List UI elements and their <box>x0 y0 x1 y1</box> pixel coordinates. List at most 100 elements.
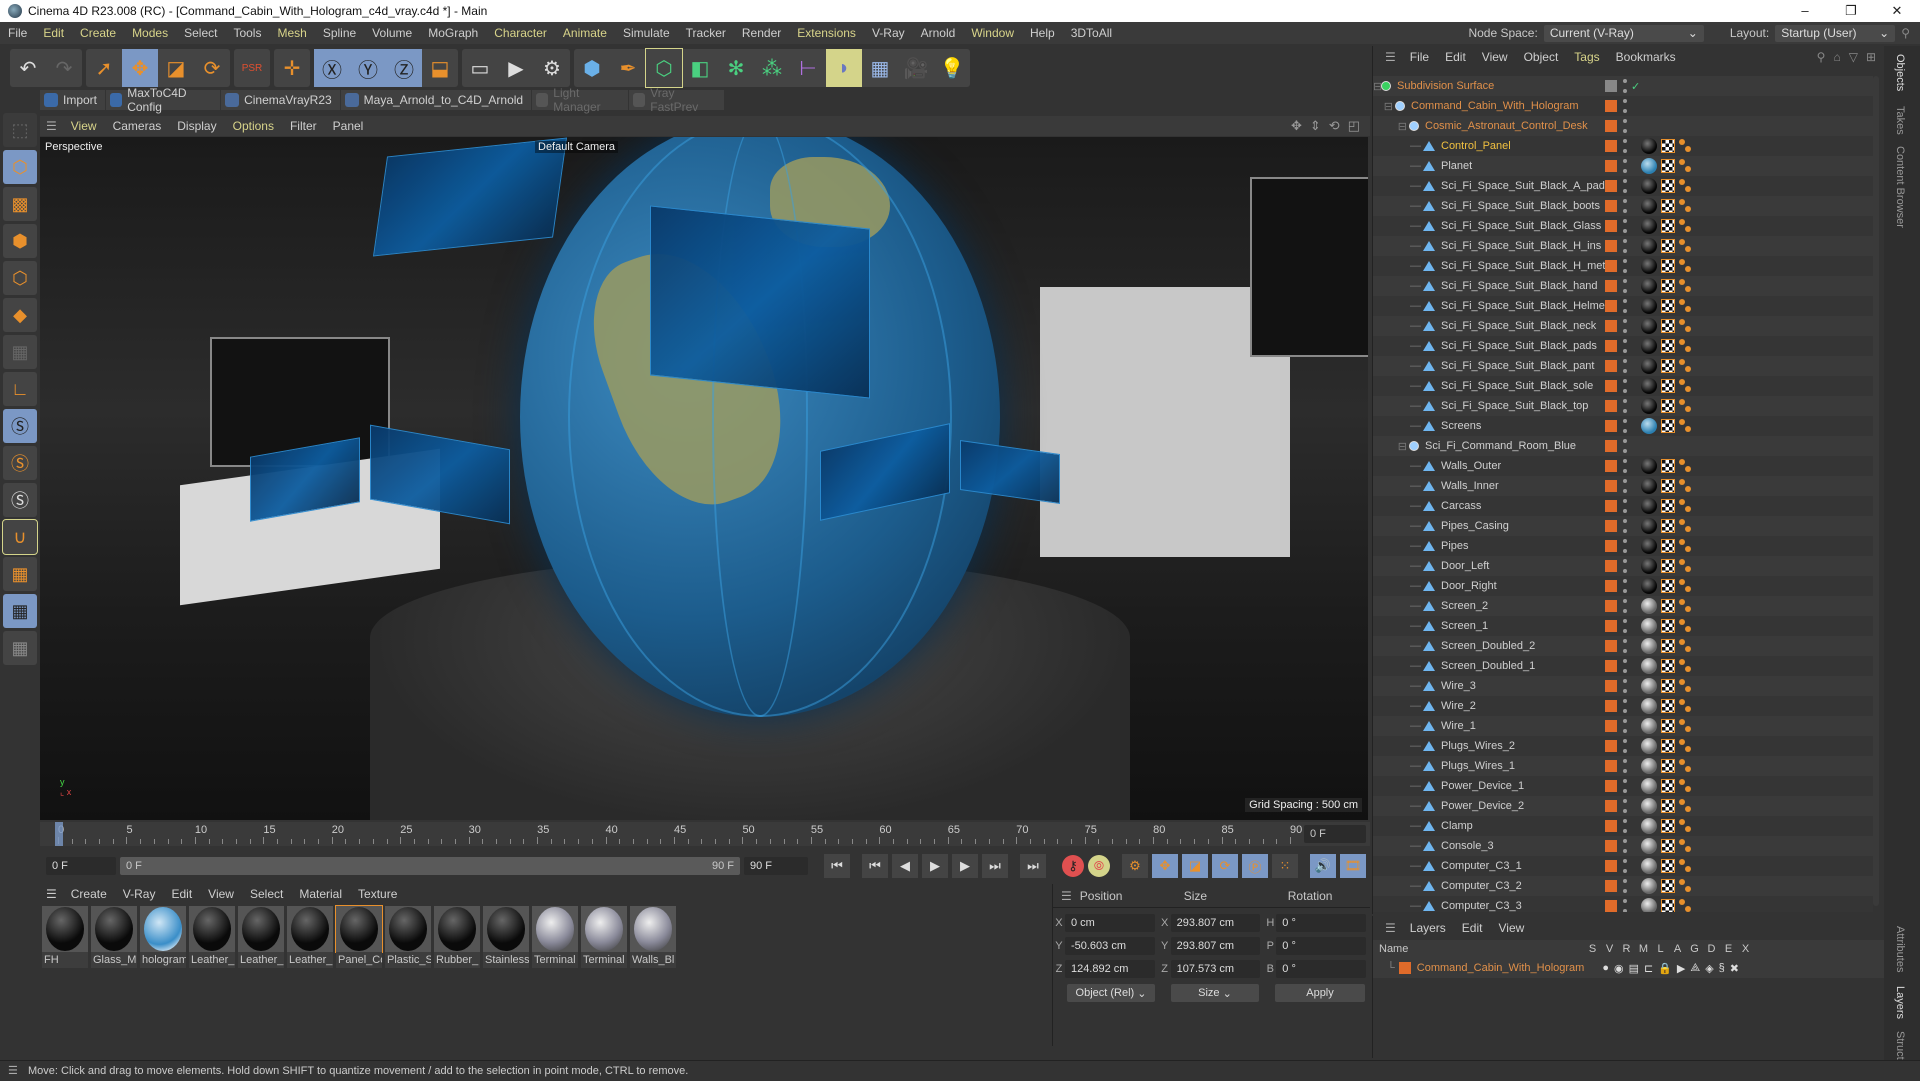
visibility-dots-icon[interactable] <box>1623 519 1627 533</box>
menu-volume[interactable]: Volume <box>364 26 420 40</box>
visibility-dots-icon[interactable] <box>1623 879 1627 893</box>
object-name[interactable]: Command_Cabin_With_Hologram <box>1411 100 1579 112</box>
uvw-tag-icon[interactable] <box>1661 159 1675 173</box>
object-name[interactable]: Pipes <box>1441 540 1469 552</box>
visibility-dots-icon[interactable] <box>1623 459 1627 473</box>
layer-flag-header[interactable]: D <box>1703 943 1720 955</box>
field-icon[interactable]: ◗ <box>826 49 862 87</box>
lock-icon[interactable]: 🔒 <box>1658 962 1672 975</box>
locked-workplane-icon[interactable]: ▦ <box>3 594 37 628</box>
phong-tag-icon[interactable] <box>1679 199 1693 213</box>
object-row[interactable]: — Wire_3 <box>1373 676 1873 696</box>
uvw-tag-icon[interactable] <box>1661 799 1675 813</box>
object-row[interactable]: — Control_Panel <box>1373 136 1873 156</box>
object-name[interactable]: Sci_Fi_Space_Suit_Black_H_ins <box>1441 240 1601 252</box>
object-row[interactable]: — Sci_Fi_Space_Suit_Black_sole <box>1373 376 1873 396</box>
rotation-b-field[interactable]: 0 ° <box>1276 960 1366 978</box>
layer-color-swatch[interactable] <box>1605 360 1617 372</box>
object-name[interactable]: Sci_Fi_Space_Suit_Black_Glass <box>1441 220 1601 232</box>
uvw-tag-icon[interactable] <box>1661 519 1675 533</box>
hamburger-icon[interactable]: ☰ <box>40 887 63 901</box>
layer-flag-header[interactable]: S <box>1584 943 1601 955</box>
uvw-tag-icon[interactable] <box>1661 419 1675 433</box>
layer-menu-layers[interactable]: Layers <box>1402 921 1454 935</box>
object-menu-file[interactable]: File <box>1402 50 1437 64</box>
phong-tag-icon[interactable] <box>1679 719 1693 733</box>
object-name[interactable]: Sci_Fi_Space_Suit_Black_A_pads <box>1441 180 1610 192</box>
dolly-view-icon[interactable]: ⇕ <box>1310 118 1321 134</box>
plugin-import[interactable]: Import <box>40 90 107 110</box>
camera-icon[interactable]: 🎥 <box>898 49 934 87</box>
home-icon[interactable]: ⌂ <box>1833 50 1840 64</box>
layer-color-swatch[interactable] <box>1605 320 1617 332</box>
material-menu-material[interactable]: Material <box>291 887 350 901</box>
menu-spline[interactable]: Spline <box>315 26 364 40</box>
material-swatch[interactable]: Glass_M <box>91 906 137 970</box>
phong-tag-icon[interactable] <box>1679 839 1693 853</box>
layer-color-swatch[interactable] <box>1605 800 1617 812</box>
key-parameter-icon[interactable]: Ⓟ <box>1242 854 1268 878</box>
uvw-tag-icon[interactable] <box>1661 579 1675 593</box>
uvw-tag-icon[interactable] <box>1661 839 1675 853</box>
visibility-dots-icon[interactable] <box>1623 479 1627 493</box>
phong-tag-icon[interactable] <box>1679 219 1693 233</box>
material-tag-icon[interactable] <box>1641 398 1657 414</box>
material-tag-icon[interactable] <box>1641 338 1657 354</box>
material-tag-icon[interactable] <box>1641 678 1657 694</box>
material-tag-icon[interactable] <box>1641 718 1657 734</box>
visibility-dots-icon[interactable] <box>1623 619 1627 633</box>
add-icon[interactable]: ✛ <box>274 49 310 87</box>
uvw-tag-icon[interactable] <box>1661 639 1675 653</box>
make-editable-icon[interactable]: ⬚ <box>3 113 37 147</box>
hamburger-icon[interactable]: ☰ <box>1379 50 1402 64</box>
object-row[interactable]: — Pipes <box>1373 536 1873 556</box>
layer-flag-header[interactable]: V <box>1601 943 1618 955</box>
material-menu-create[interactable]: Create <box>63 887 115 901</box>
object-name[interactable]: Wire_3 <box>1441 680 1476 692</box>
uvw-tag-icon[interactable] <box>1661 319 1675 333</box>
phong-tag-icon[interactable] <box>1679 259 1693 273</box>
solo-icon[interactable]: ● <box>1602 962 1609 975</box>
material-tag-icon[interactable] <box>1641 198 1657 214</box>
edges-mode-icon[interactable]: ⬡ <box>3 261 37 295</box>
material-swatch[interactable]: Terminal <box>532 906 578 970</box>
material-tag-icon[interactable] <box>1641 158 1657 174</box>
plugin-maxtoc4d[interactable]: MaxToC4D Config <box>106 86 222 114</box>
layer-color-swatch[interactable] <box>1605 480 1617 492</box>
phong-tag-icon[interactable] <box>1679 239 1693 253</box>
material-tag-icon[interactable] <box>1641 498 1657 514</box>
object-name[interactable]: Sci_Fi_Space_Suit_Black_H_met <box>1441 260 1605 272</box>
material-tag-icon[interactable] <box>1641 598 1657 614</box>
layer-color-swatch[interactable] <box>1605 80 1617 92</box>
uvw-tag-icon[interactable] <box>1661 299 1675 313</box>
visibility-dots-icon[interactable] <box>1623 159 1627 173</box>
visibility-dots-icon[interactable] <box>1623 299 1627 313</box>
soft-selection-icon[interactable]: Ⓢ <box>3 483 37 517</box>
phong-tag-icon[interactable] <box>1679 679 1693 693</box>
visibility-dots-icon[interactable] <box>1623 319 1627 333</box>
object-row[interactable]: — Screen_Doubled_2 <box>1373 636 1873 656</box>
tab-attributes[interactable]: Attributes <box>1894 926 1906 972</box>
object-name[interactable]: Door_Left <box>1441 560 1489 572</box>
redo-icon[interactable]: ↷ <box>46 49 82 87</box>
keyframe-selection-icon[interactable]: ⚙ <box>1122 854 1148 878</box>
object-row[interactable]: — Computer_C3_3 <box>1373 896 1873 912</box>
object-name[interactable]: Sci_Fi_Space_Suit_Black_neck <box>1441 320 1596 332</box>
object-menu-object[interactable]: Object <box>1516 50 1567 64</box>
scale-tool-icon[interactable]: ◪ <box>158 49 194 87</box>
end-frame-field[interactable]: 90 F <box>744 857 808 875</box>
layer-color-swatch[interactable] <box>1605 200 1617 212</box>
material-swatch[interactable]: Leather_ <box>238 906 284 970</box>
visibility-dots-icon[interactable] <box>1623 579 1627 593</box>
uvw-tag-icon[interactable] <box>1661 719 1675 733</box>
material-menu-v-ray[interactable]: V-Ray <box>115 887 164 901</box>
position-x-field[interactable]: 0 cm <box>1064 914 1155 932</box>
visibility-dots-icon[interactable] <box>1623 179 1627 193</box>
tab-takes[interactable]: Takes <box>1894 106 1906 135</box>
visibility-dots-icon[interactable] <box>1623 239 1627 253</box>
uvw-tag-icon[interactable] <box>1661 819 1675 833</box>
start-frame-field[interactable]: 0 F <box>46 857 116 875</box>
restore-button[interactable]: ❐ <box>1828 3 1874 19</box>
material-menu-view[interactable]: View <box>200 887 242 901</box>
material-tag-icon[interactable] <box>1641 738 1657 754</box>
